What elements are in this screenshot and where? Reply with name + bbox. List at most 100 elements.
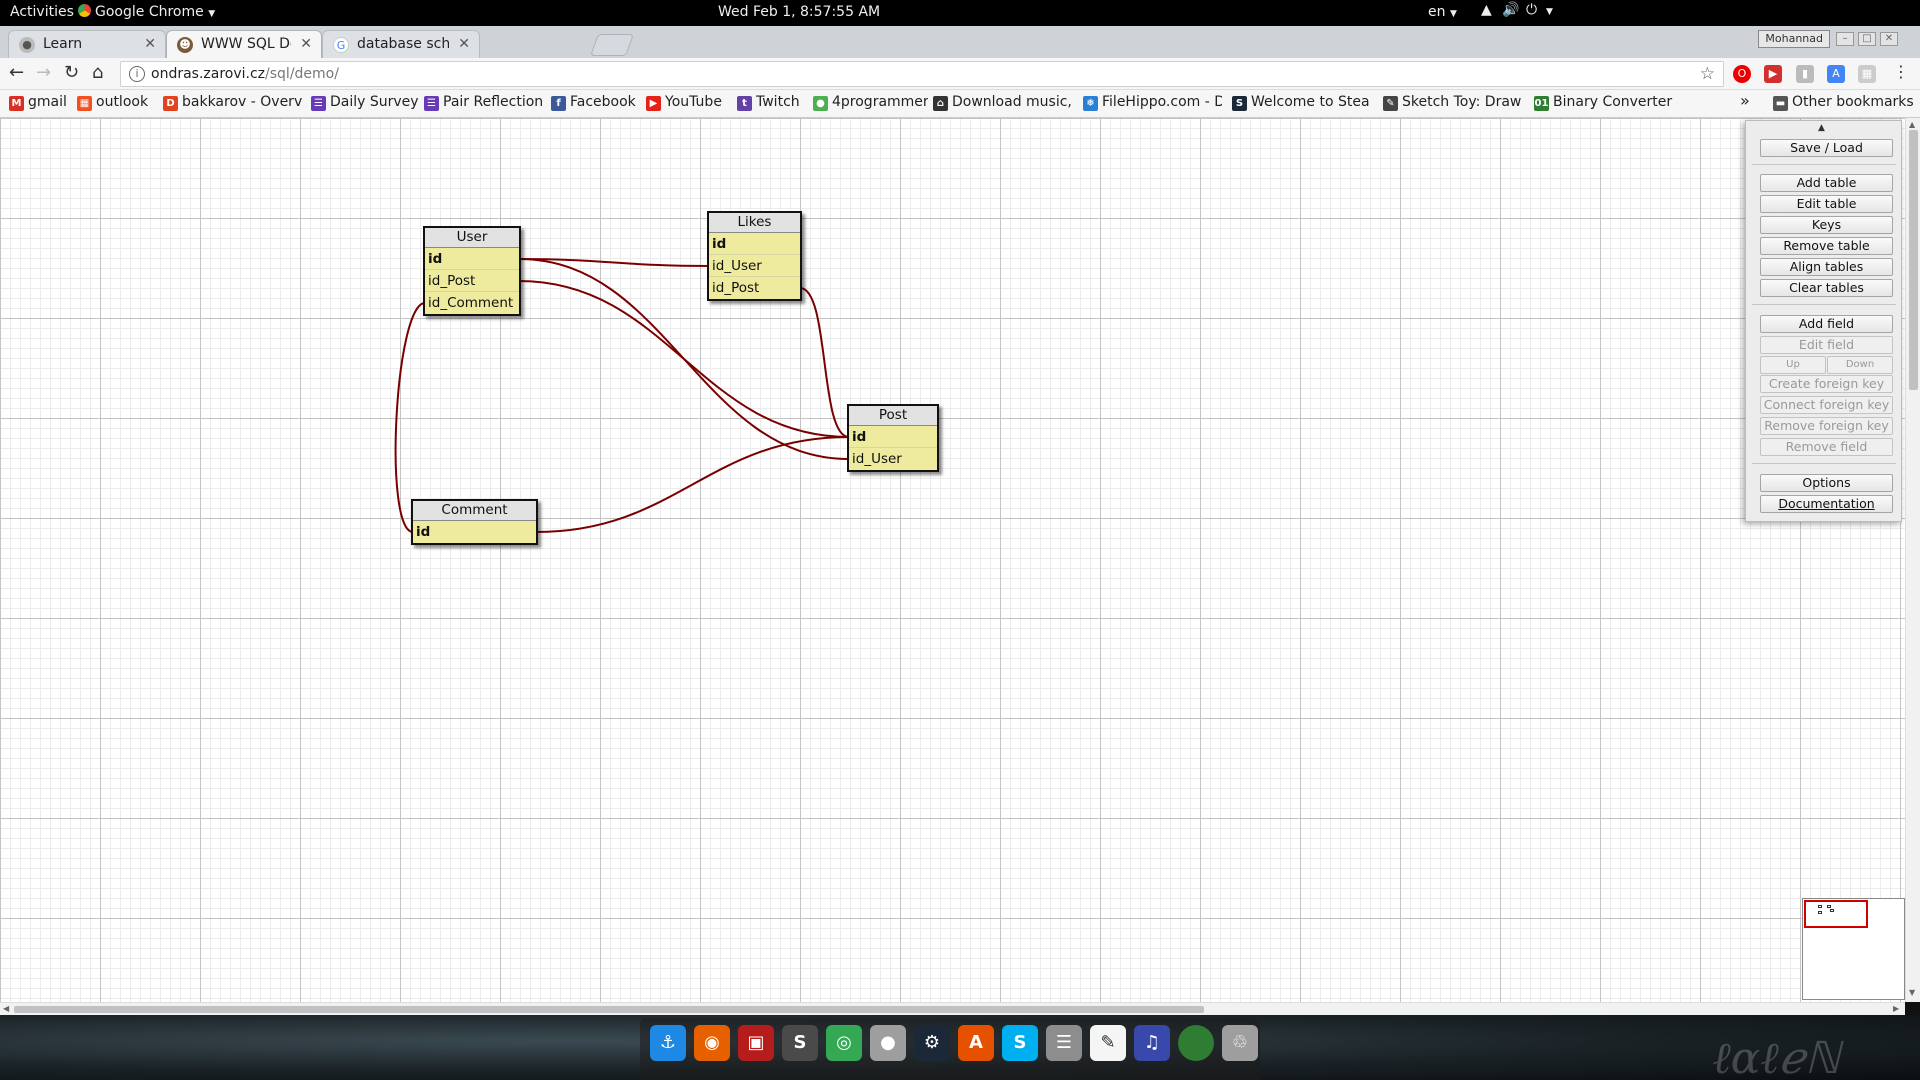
move-field-up-button[interactable]: Up [1760, 356, 1826, 374]
text-editor-icon[interactable]: ✎ [1090, 1025, 1126, 1061]
bookmark-item[interactable]: t Twitch [736, 94, 806, 114]
table-field[interactable]: id_Post [709, 277, 800, 299]
move-field-down-button[interactable]: Down [1827, 356, 1893, 374]
table-field[interactable]: id_Comment [425, 292, 519, 314]
trash-icon[interactable]: ♲ [1222, 1025, 1258, 1061]
music-icon[interactable]: ♫ [1134, 1025, 1170, 1061]
reload-icon[interactable]: ↻ [64, 62, 79, 83]
scroll-down-icon[interactable]: ▼ [1909, 988, 1915, 997]
wifi-icon[interactable]: ▲ [1481, 2, 1492, 18]
vertical-scrollbar[interactable]: ▲ ▼ [1905, 118, 1920, 1002]
edit-field-button[interactable]: Edit field [1760, 336, 1893, 354]
terminal-icon[interactable]: ▣ [738, 1025, 774, 1061]
close-icon[interactable]: ✕ [144, 36, 156, 52]
minimap-viewport[interactable] [1804, 900, 1868, 928]
forward-icon[interactable]: → [36, 62, 51, 83]
bookmark-item[interactable]: ☰ Daily Survey [310, 94, 418, 114]
bookmark-item[interactable]: 01 Binary Converter [1533, 94, 1673, 114]
back-icon[interactable]: ← [9, 62, 24, 83]
bookmark-item[interactable]: ☰ Pair Reflection [423, 94, 543, 114]
connect-foreign-key-button[interactable]: Connect foreign key [1760, 396, 1893, 414]
software-center-icon[interactable]: A [958, 1025, 994, 1061]
close-icon[interactable]: ✕ [458, 36, 470, 52]
bookmark-item[interactable]: S Welcome to Stea [1231, 94, 1373, 114]
table-name[interactable]: Comment [413, 501, 536, 521]
remove-foreign-key-button[interactable]: Remove foreign key [1760, 417, 1893, 435]
skype-icon[interactable]: S [1002, 1025, 1038, 1061]
primary-key-field[interactable]: id [709, 233, 800, 255]
opera-extension-icon[interactable]: O [1733, 65, 1751, 83]
documentation-link[interactable]: Documentation [1760, 495, 1893, 513]
more-bookmarks-button[interactable]: » [1740, 91, 1750, 111]
home-icon[interactable]: ⌂ [92, 62, 103, 83]
power-icon[interactable]: ⏻ [1526, 2, 1537, 18]
maximize-icon[interactable]: □ [1858, 32, 1876, 46]
table-name[interactable]: Likes [709, 213, 800, 233]
bookmark-item[interactable]: ▶ YouTube [645, 94, 729, 114]
sublime-text-icon[interactable]: S [782, 1025, 818, 1061]
disk-utility-icon[interactable]: ● [870, 1025, 906, 1061]
bookmark-item[interactable]: Mgmail [8, 94, 68, 114]
volume-icon[interactable]: 🔊 [1502, 2, 1519, 18]
options-button[interactable]: Options [1760, 474, 1893, 492]
canvas-minimap[interactable] [1802, 898, 1905, 1000]
collapse-up-icon[interactable]: ▲ [1818, 123, 1825, 133]
table-name[interactable]: User [425, 228, 519, 248]
primary-key-field[interactable]: id [413, 521, 536, 543]
bookmark-item[interactable]: ❅ FileHippo.com - D [1082, 94, 1222, 114]
remove-table-button[interactable]: Remove table [1760, 237, 1893, 255]
table-field[interactable]: id_User [849, 448, 937, 470]
horizontal-scrollbar[interactable]: ◀ ▶ [0, 1002, 1905, 1015]
tab-database-schema[interactable]: G database schema m ✕ [322, 30, 480, 58]
remove-field-button[interactable]: Remove field [1760, 438, 1893, 456]
table-field[interactable]: id_Post [425, 270, 519, 292]
bookmark-item[interactable]: f Facebook [550, 94, 636, 114]
close-window-icon[interactable]: ✕ [1880, 32, 1898, 46]
language-indicator[interactable]: en ▼ [1428, 4, 1457, 20]
extension-icon[interactable]: ▮ [1796, 65, 1814, 83]
bookmark-item[interactable]: ● 4programmer [812, 94, 928, 114]
bookmark-item[interactable]: ⌂ Download music, [932, 94, 1072, 114]
activities-button[interactable]: Activities [10, 4, 74, 20]
clock[interactable]: Wed Feb 1, 8:57:55 AM [718, 4, 880, 20]
chevron-down-icon[interactable]: ▼ [1546, 7, 1553, 17]
app-menu[interactable]: Google Chrome ▼ [78, 4, 215, 20]
minimize-icon[interactable]: – [1836, 32, 1854, 46]
db-table-likes[interactable]: Likes id id_User id_Post [707, 211, 802, 301]
tab-www-sql-designer[interactable]: ☻ WWW SQL Designer ✕ [166, 30, 322, 58]
bookmark-star-icon[interactable]: ☆ [1700, 64, 1715, 84]
db-table-post[interactable]: Post id id_User [847, 404, 939, 472]
chrome-icon[interactable]: ◎ [826, 1025, 862, 1061]
keys-button[interactable]: Keys [1760, 216, 1893, 234]
anchor-icon[interactable]: ⚓ [650, 1025, 686, 1061]
bookmark-item[interactable]: ✎ Sketch Toy: Draw [1382, 94, 1524, 114]
align-tables-button[interactable]: Align tables [1760, 258, 1893, 276]
profile-button[interactable]: Mohannad [1758, 30, 1830, 48]
create-foreign-key-button[interactable]: Create foreign key [1760, 375, 1893, 393]
youtube-extension-icon[interactable]: ▶ [1764, 65, 1782, 83]
clear-tables-button[interactable]: Clear tables [1760, 279, 1893, 297]
info-icon[interactable]: i [129, 66, 145, 82]
bookmark-item[interactable]: ▦ outlook [76, 94, 156, 114]
scroll-left-icon[interactable]: ◀ [3, 1004, 9, 1013]
add-table-button[interactable]: Add table [1760, 174, 1893, 192]
bookmark-item[interactable]: Dbakkarov - Overvi [162, 94, 302, 114]
scrollbar-thumb[interactable] [1909, 130, 1918, 390]
edit-table-button[interactable]: Edit table [1760, 195, 1893, 213]
primary-key-field[interactable]: id [849, 426, 937, 448]
db-table-comment[interactable]: Comment id [411, 499, 538, 545]
steam-icon[interactable]: ⚙ [914, 1025, 950, 1061]
address-bar[interactable]: i ondras.zarovi.cz/sql/demo/ ☆ [120, 61, 1724, 87]
files-icon[interactable]: ☰ [1046, 1025, 1082, 1061]
scroll-up-icon[interactable]: ▲ [1909, 120, 1915, 129]
close-icon[interactable]: ✕ [300, 36, 312, 52]
add-field-button[interactable]: Add field [1760, 315, 1893, 333]
firefox-icon[interactable]: ◉ [694, 1025, 730, 1061]
db-table-user[interactable]: User id id_Post id_Comment [423, 226, 521, 316]
table-name[interactable]: Post [849, 406, 937, 426]
translate-extension-icon[interactable]: A [1827, 65, 1845, 83]
new-tab-button[interactable] [589, 34, 635, 56]
save-load-button[interactable]: Save / Load [1760, 139, 1893, 157]
table-field[interactable]: id_User [709, 255, 800, 277]
menu-icon[interactable]: ⋮ [1893, 62, 1909, 81]
